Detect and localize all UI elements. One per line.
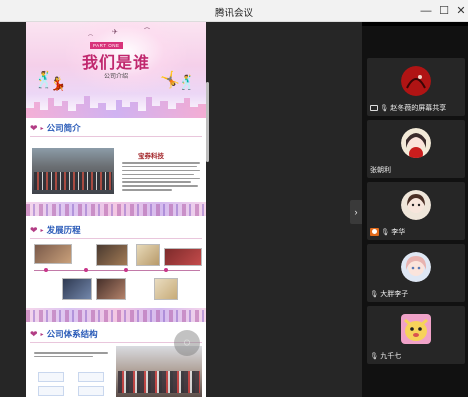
dancer-icon: 🕺	[178, 74, 196, 90]
avatar	[401, 128, 431, 158]
participant-name: 大胖李子	[380, 291, 409, 298]
timeline-dot	[124, 268, 128, 272]
org-box	[38, 372, 64, 382]
team-photo	[32, 148, 114, 194]
heart-icon: ❤	[30, 328, 38, 339]
participant-tile-5[interactable]: 🎙 九千七	[367, 306, 465, 364]
participant-name: 赵冬薇的屏幕共享	[390, 105, 447, 112]
slide-banner: ✈ ⌒ ⌒ PART ONE 我们是谁 公司介绍 🕺 💃 🤸 🕺	[26, 22, 206, 118]
arrow-icon: ▸	[40, 331, 44, 338]
org-box	[78, 372, 104, 382]
org-box	[38, 386, 64, 396]
section-title: 公司简介	[46, 123, 81, 133]
part-badge: PART ONE	[90, 42, 123, 49]
participant-name: 张朝利	[370, 167, 391, 174]
avatar	[401, 314, 431, 344]
decorative-strip	[26, 308, 206, 322]
avatar	[401, 66, 431, 96]
team-people	[34, 172, 112, 190]
heart-icon: ❤	[30, 224, 38, 235]
participant-name: 九千七	[380, 353, 402, 360]
participant-name: 李华	[391, 229, 406, 236]
minimize-button[interactable]: —	[418, 3, 434, 19]
participants-sidebar: 🎙 赵冬薇的屏幕共享 张朝利 🎙 李华 🎙 大胖李子 🎙 九千七	[362, 22, 468, 397]
history-photo	[62, 278, 92, 300]
shared-screen-area: ✈ ⌒ ⌒ PART ONE 我们是谁 公司介绍 🕺 💃 🤸 🕺 ❤ ▸ 公司简…	[0, 22, 362, 397]
title-bar: 腾讯会议 — ☐ ✕	[0, 0, 468, 22]
certificate-image	[136, 244, 160, 266]
bird-icon: ✈	[112, 29, 118, 36]
city-skyline	[26, 96, 206, 118]
participant-tile-1[interactable]: 🎙 赵冬薇的屏幕共享	[367, 58, 465, 116]
maximize-button[interactable]: ☐	[436, 3, 452, 19]
history-photo	[164, 248, 202, 266]
arrow-icon: ▸	[40, 227, 44, 234]
section-divider	[30, 238, 202, 239]
sidebar-top-bar	[362, 22, 468, 26]
participant-tile-3[interactable]: 🎙 李华	[367, 182, 465, 240]
section-heading-history: ❤ ▸ 发展历程	[30, 224, 81, 236]
more-icon: ◌	[183, 335, 191, 349]
microphone-icon: 🎙	[381, 229, 390, 236]
intro-paragraph	[122, 162, 200, 193]
certificate-image	[154, 278, 178, 300]
history-photo	[96, 278, 126, 300]
company-logo: 宝券科技	[138, 152, 164, 160]
timeline-dot	[44, 268, 48, 272]
section-title: 发展历程	[46, 225, 81, 235]
section-heading-intro: ❤ ▸ 公司简介	[30, 122, 81, 134]
floating-control-button[interactable]: ◌	[174, 330, 200, 356]
participant-tile-4[interactable]: 🎙 大胖李子	[367, 244, 465, 302]
screen-share-icon	[370, 105, 378, 111]
window-title: 腾讯会议	[214, 8, 253, 19]
microphone-icon: 🎙	[370, 353, 379, 360]
participant-name-row: 🎙 大胖李子	[370, 289, 408, 299]
timeline-dot	[84, 268, 88, 272]
microphone-icon: 🎙	[370, 291, 379, 298]
section-divider	[30, 136, 202, 137]
microphone-icon: 🎙	[380, 105, 389, 112]
structure-paragraph	[34, 352, 108, 360]
history-photo	[34, 244, 72, 264]
participant-name-row: 🎙 赵冬薇的屏幕共享	[370, 103, 446, 113]
decorative-strip	[26, 202, 206, 216]
participant-name-row: 🎙 李华	[370, 227, 405, 237]
history-timeline	[34, 270, 200, 271]
host-icon	[370, 228, 379, 236]
dancer-icon: 💃	[50, 76, 67, 91]
meeting-window: 腾讯会议 — ☐ ✕ ✈ ⌒ ⌒ PART ONE 我们是谁 公司介绍 🕺 💃 …	[0, 0, 468, 397]
avatar	[401, 190, 431, 220]
office-people	[118, 371, 200, 393]
participant-name-row: 🎙 九千七	[370, 351, 401, 361]
org-box	[78, 386, 104, 396]
document-scrollbar[interactable]	[206, 82, 209, 162]
timeline-dot	[164, 268, 168, 272]
dancer-icon: 🤸	[160, 72, 180, 89]
collapse-sidebar-button[interactable]: ›	[350, 200, 362, 224]
section-heading-structure: ❤ ▸ 公司体系结构	[30, 328, 98, 340]
participant-name-row: 张朝利	[370, 165, 391, 175]
section-title: 公司体系结构	[46, 329, 98, 339]
bird-icon: ⌒	[144, 29, 151, 35]
participant-tile-2[interactable]: 张朝利	[367, 120, 465, 178]
arrow-icon: ▸	[40, 125, 44, 132]
history-photo	[96, 244, 128, 266]
bird-icon: ⌒	[88, 35, 94, 41]
avatar	[401, 252, 431, 282]
close-button[interactable]: ✕	[453, 3, 468, 19]
heart-icon: ❤	[30, 122, 38, 133]
